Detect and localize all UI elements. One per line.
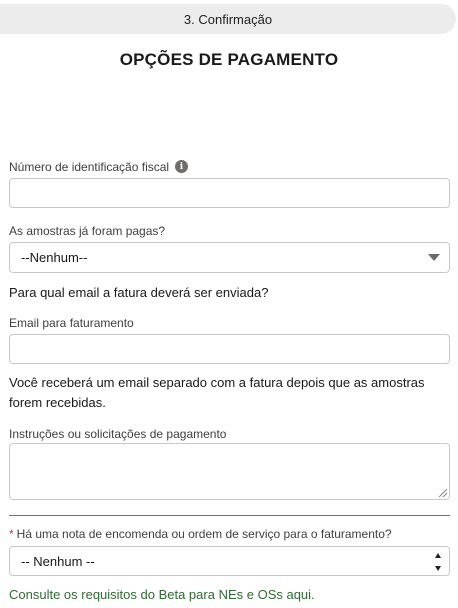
samples-paid-selected: --Nenhum--	[21, 250, 88, 265]
tax-id-label: Número de identificação fiscal	[9, 160, 170, 174]
purchase-order-label-text: Há uma nota de encomenda ou ordem de ser…	[16, 527, 392, 541]
samples-paid-select[interactable]: --Nenhum--	[9, 242, 450, 273]
payment-instructions-textarea[interactable]	[9, 443, 450, 500]
payment-options-page: 3. Confirmação OPÇÕES DE PAGAMENTO Númer…	[0, 0, 458, 608]
resize-handle-icon[interactable]	[439, 489, 447, 497]
payment-instructions-label: Instruções ou solicitações de pagamento	[9, 427, 227, 441]
step-label: 3. Confirmação	[183, 11, 273, 27]
updown-arrows-icon	[434, 553, 442, 571]
tax-id-input[interactable]	[9, 178, 450, 208]
page-title: OPÇÕES DE PAGAMENTO	[119, 50, 339, 69]
info-icon[interactable]: i	[175, 160, 188, 173]
divider	[9, 515, 450, 516]
chevron-down-icon	[428, 254, 440, 261]
samples-paid-label: As amostras já foram pagas?	[9, 224, 166, 238]
invoice-note: Você receberá um email separado com a fa…	[9, 375, 425, 410]
step-indicator: 3. Confirmação	[0, 4, 456, 34]
purchase-order-label: * Há uma nota de encomenda ou ordem de se…	[9, 527, 392, 541]
billing-email-label: Email para faturamento	[9, 316, 134, 330]
required-marker: *	[9, 527, 14, 541]
billing-email-input[interactable]	[9, 334, 450, 364]
purchase-order-selected: -- Nenhum --	[21, 553, 95, 569]
invoice-email-question: Para qual email a fatura deverá ser envi…	[9, 285, 269, 300]
purchase-order-select[interactable]: -- Nenhum --	[9, 546, 450, 576]
requirements-link[interactable]: Consulte os requisitos do Beta para NEs …	[9, 587, 315, 602]
